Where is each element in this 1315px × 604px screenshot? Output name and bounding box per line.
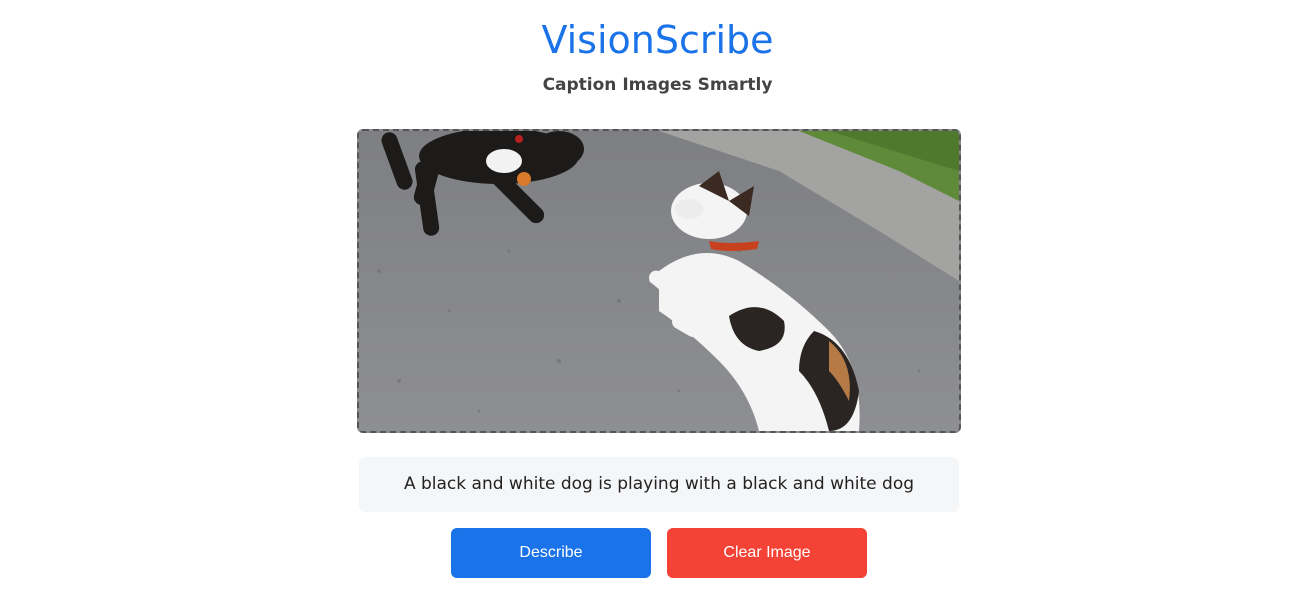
caption-output: A black and white dog is playing with a … (359, 457, 959, 512)
app-subtitle: Caption Images Smartly (542, 75, 773, 95)
uploaded-image (359, 131, 959, 431)
page: VisionScribe Caption Images Smartly A bl… (0, 0, 1315, 604)
clear-image-button[interactable]: Clear Image (667, 528, 867, 578)
app-title: VisionScribe (541, 18, 774, 62)
describe-button[interactable]: Describe (451, 528, 651, 578)
image-drop-zone[interactable] (357, 129, 961, 433)
